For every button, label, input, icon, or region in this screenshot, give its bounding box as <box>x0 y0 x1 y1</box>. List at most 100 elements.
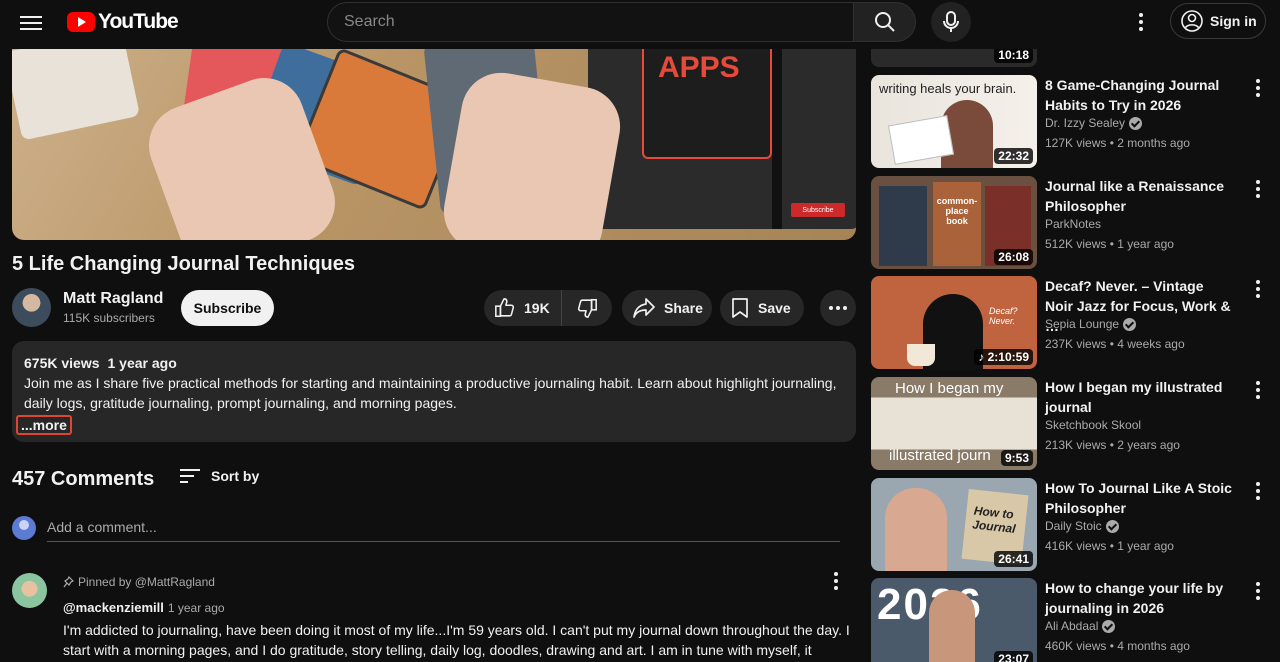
share-button[interactable]: Share <box>622 290 712 326</box>
rec-thumbnail[interactable]: Decaf? Never. ♪ 2:10:59 <box>871 276 1037 369</box>
thumbs-up-icon <box>495 298 515 318</box>
rec-menu-icon[interactable] <box>1255 582 1261 600</box>
add-comment-input[interactable]: Add a comment... <box>47 516 840 542</box>
share-icon <box>633 298 655 318</box>
rec-channel[interactable]: Sepia Lounge <box>1045 317 1137 331</box>
sort-by-button[interactable]: Sort by <box>179 468 259 484</box>
youtube-play-icon <box>67 12 95 32</box>
rec-channel[interactable]: Ali Abdaal <box>1045 619 1116 633</box>
recommendation-item[interactable]: 2026 23:07 How to change your life by jo… <box>871 578 1265 662</box>
verified-badge-icon <box>1129 116 1143 130</box>
recommendation-item[interactable]: common-place book 26:08 Journal like a R… <box>871 176 1265 271</box>
account-icon <box>1181 10 1203 32</box>
rec-channel[interactable]: Dr. Izzy Sealey <box>1045 116 1143 130</box>
comment-author-row: @mackenziemill 1 year ago <box>63 600 225 615</box>
pin-icon <box>63 576 74 588</box>
search-button[interactable] <box>853 2 916 42</box>
like-button[interactable]: 19K <box>484 290 562 326</box>
description-meta: 675K views 1 year ago <box>24 353 844 373</box>
rec-thumb-text-2: illustrated journ <box>889 447 991 464</box>
rec-duration: 22:32 <box>994 148 1033 164</box>
user-avatar <box>12 516 36 540</box>
rec-thumbnail[interactable]: 2026 23:07 <box>871 578 1037 662</box>
comment-author[interactable]: @mackenziemill <box>63 600 164 615</box>
settings-kebab-icon[interactable] <box>1133 11 1149 33</box>
more-actions-button[interactable] <box>820 290 856 326</box>
rec-thumb-text: How I began my <box>895 380 1004 397</box>
rec-channel[interactable]: Daily Stoic <box>1045 519 1119 533</box>
rec-thumbnail[interactable]: How I began my illustrated journ 9:53 <box>871 377 1037 470</box>
top-header: YouTube Sign in <box>0 0 1280 49</box>
dislike-button[interactable] <box>562 290 612 326</box>
rec-menu-icon[interactable] <box>1255 381 1261 399</box>
channel-name[interactable]: Matt Ragland <box>63 290 163 308</box>
sign-in-button[interactable]: Sign in <box>1170 3 1266 39</box>
rec-thumbnail[interactable]: How to Journal 26:41 <box>871 478 1037 571</box>
rec-title[interactable]: 8 Game-Changing Journal Habits to Try in… <box>1045 75 1235 115</box>
save-button[interactable]: Save <box>720 290 804 326</box>
rec-title[interactable]: How To Journal Like A Stoic Philosopher <box>1045 478 1235 518</box>
rec-menu-icon[interactable] <box>1255 79 1261 97</box>
show-more-link[interactable]: ...more <box>16 415 72 435</box>
rec-title[interactable]: Journal like a Renaissance Philosopher <box>1045 176 1235 216</box>
rec-menu-icon[interactable] <box>1255 180 1261 198</box>
rec-channel-name: ParkNotes <box>1045 217 1102 231</box>
rec-channel-name: Sepia Lounge <box>1045 317 1120 331</box>
like-dislike-bar: 19K <box>484 290 612 326</box>
pinned-badge: Pinned by @MattRagland <box>63 575 215 589</box>
rec-thumbnail[interactable]: common-place book 26:08 <box>871 176 1037 269</box>
rec-thumb-notebook-1 <box>879 186 927 266</box>
like-count: 19K <box>524 300 550 316</box>
sort-icon <box>180 469 200 483</box>
verified-badge-icon <box>1102 619 1116 633</box>
recommendation-item[interactable]: Decaf? Never. ♪ 2:10:59 Decaf? Never. – … <box>871 276 1265 371</box>
save-label: Save <box>758 300 791 316</box>
rec-meta: 416K views • 1 year ago <box>1045 539 1174 553</box>
rec-duration: 26:41 <box>994 551 1033 567</box>
rec-meta: 237K views • 4 weeks ago <box>1045 337 1185 351</box>
rec-duration: 26:08 <box>994 249 1033 265</box>
comments-count: 457 Comments <box>12 468 155 490</box>
rec-menu-icon[interactable] <box>1255 280 1261 298</box>
rec-channel[interactable]: ParkNotes <box>1045 217 1101 231</box>
rec-channel-name: Sketchbook Skool <box>1045 418 1142 432</box>
search-icon <box>874 12 895 32</box>
rec-menu-icon[interactable] <box>1255 482 1261 500</box>
logo-text: YouTube <box>98 10 179 33</box>
view-count: 675K views <box>24 355 100 371</box>
thumb-hand-right <box>437 66 627 240</box>
upload-age: 1 year ago <box>107 355 177 371</box>
description-box[interactable]: 675K views 1 year ago Join me as I share … <box>12 341 856 442</box>
rec-channel-name: Dr. Izzy Sealey <box>1045 116 1126 130</box>
menu-icon[interactable] <box>20 12 42 32</box>
verified-badge-icon <box>1123 317 1137 331</box>
rec-thumbnail[interactable]: writing heals your brain. 22:32 <box>871 75 1037 168</box>
recommendation-item[interactable]: How I began my illustrated journ 9:53 Ho… <box>871 377 1265 472</box>
thumb-apps-card: APPS <box>642 49 772 159</box>
subscribe-watermark[interactable]: Subscribe <box>791 203 845 217</box>
channel-avatar[interactable] <box>12 288 51 327</box>
verified-badge-icon <box>1105 519 1119 533</box>
rec-duration: 9:53 <box>1000 450 1033 466</box>
recommendation-item[interactable]: writing heals your brain. 22:32 8 Game-C… <box>871 75 1265 170</box>
rec-title[interactable]: How I began my illustrated journal <box>1045 377 1235 417</box>
thumb-card-white <box>12 49 141 141</box>
youtube-logo[interactable]: YouTube <box>67 10 179 34</box>
voice-search-button[interactable] <box>931 2 971 42</box>
rec-channel[interactable]: Sketchbook Skool <box>1045 418 1141 432</box>
rec-thumb-person <box>929 590 975 662</box>
comment-time[interactable]: 1 year ago <box>168 601 225 615</box>
comment-menu-icon[interactable] <box>829 572 843 590</box>
rec-thumb-cup <box>907 344 935 366</box>
rec-duration: ♪ 2:10:59 <box>974 349 1033 365</box>
recommendation-item[interactable]: How to Journal 26:41 How To Journal Like… <box>871 478 1265 573</box>
rec-thumb-person <box>885 488 947 571</box>
sort-by-label: Sort by <box>211 468 260 484</box>
subscribe-button[interactable]: Subscribe <box>181 290 274 326</box>
search-input[interactable] <box>344 13 853 31</box>
rec-meta: 460K views • 4 months ago <box>1045 639 1190 653</box>
pinned-label: Pinned by @MattRagland <box>78 575 215 589</box>
commenter-avatar[interactable] <box>12 573 47 608</box>
video-player[interactable]: APPS Subscribe <box>12 49 856 240</box>
rec-title[interactable]: How to change your life by journaling in… <box>1045 578 1235 618</box>
